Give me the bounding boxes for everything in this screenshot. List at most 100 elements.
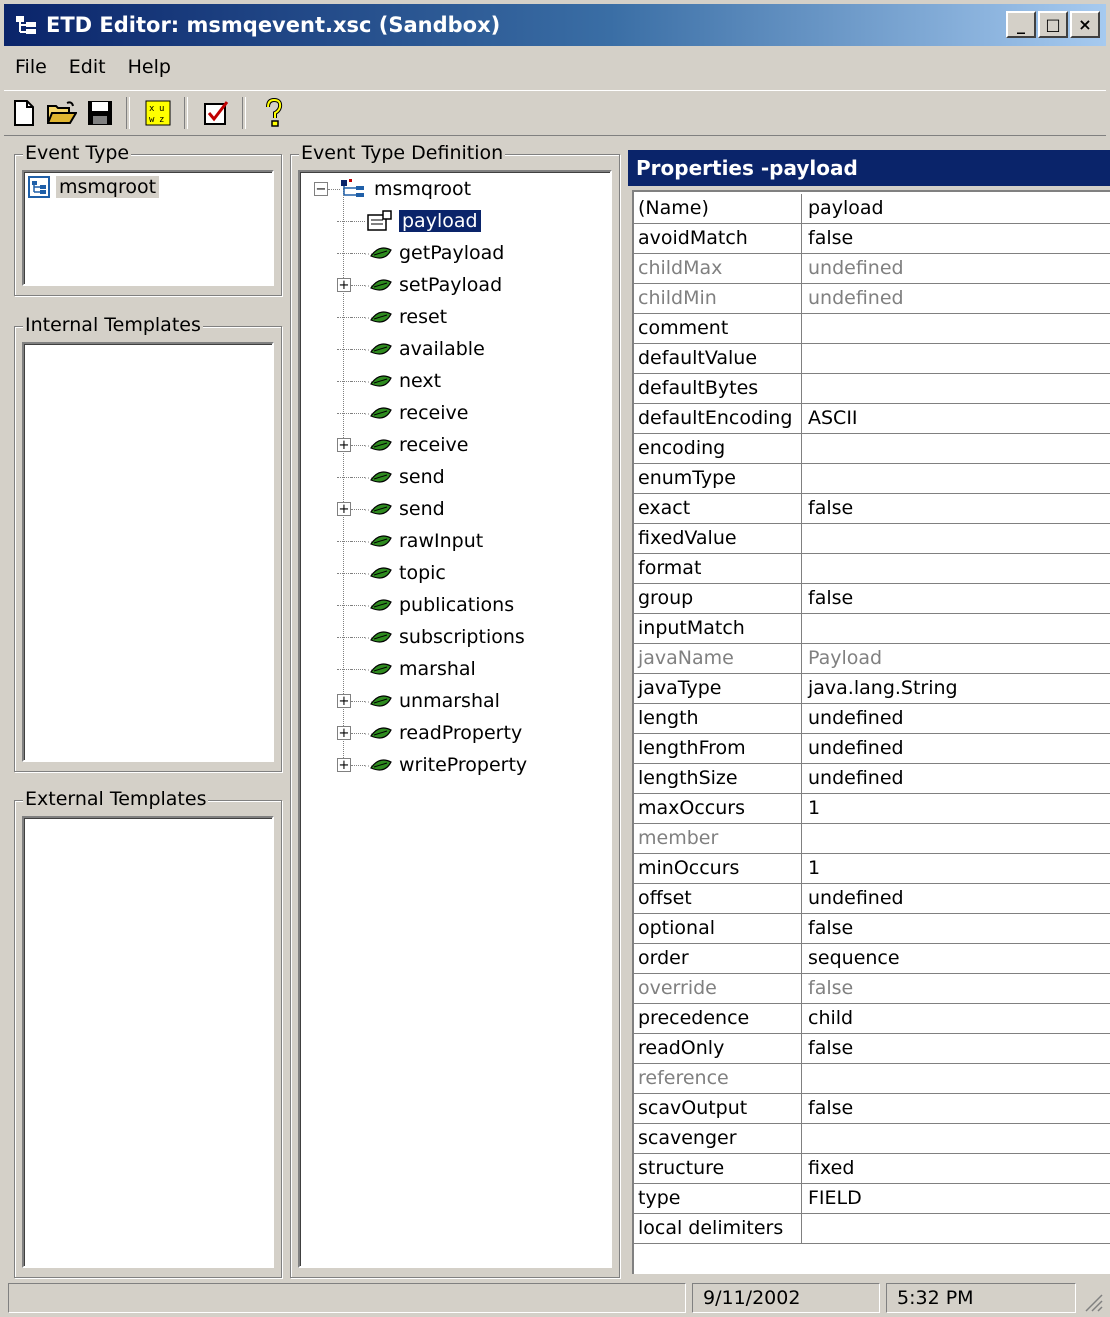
property-value[interactable]: undefined: [802, 734, 1110, 763]
close-button[interactable]: ×: [1070, 11, 1100, 38]
property-value[interactable]: false: [802, 914, 1110, 943]
property-value[interactable]: false: [802, 584, 1110, 613]
property-row[interactable]: defaultBytes: [634, 374, 1110, 404]
expand-icon[interactable]: +: [337, 694, 351, 708]
tree-node[interactable]: topic: [337, 558, 446, 588]
tree-node[interactable]: + send: [337, 494, 445, 524]
property-row[interactable]: minOccurs 1: [634, 854, 1110, 884]
tree-node[interactable]: payload: [337, 206, 482, 236]
property-value[interactable]: false: [802, 974, 1110, 1003]
property-value[interactable]: undefined: [802, 764, 1110, 793]
expand-icon[interactable]: +: [337, 502, 351, 516]
property-value[interactable]: undefined: [802, 254, 1110, 283]
property-value[interactable]: 1: [802, 794, 1110, 823]
property-value[interactable]: [802, 524, 1110, 553]
property-row[interactable]: structure fixed: [634, 1154, 1110, 1184]
property-row[interactable]: local delimiters: [634, 1214, 1110, 1244]
property-value[interactable]: [802, 344, 1110, 373]
property-row[interactable]: precedence child: [634, 1004, 1110, 1034]
help-button[interactable]: [256, 95, 292, 131]
tree-node[interactable]: marshal: [337, 654, 476, 684]
property-value[interactable]: FIELD: [802, 1184, 1110, 1213]
new-button[interactable]: [6, 95, 42, 131]
property-value[interactable]: payload: [802, 194, 1110, 223]
resize-grip-icon[interactable]: [1082, 1291, 1104, 1313]
property-row[interactable]: reference: [634, 1064, 1110, 1094]
tree-node[interactable]: subscriptions: [337, 622, 525, 652]
property-value[interactable]: false: [802, 1094, 1110, 1123]
collapse-icon[interactable]: −: [314, 182, 328, 196]
property-row[interactable]: maxOccurs 1: [634, 794, 1110, 824]
property-row[interactable]: optional false: [634, 914, 1110, 944]
tree-node[interactable]: + readProperty: [337, 718, 522, 748]
property-value[interactable]: 1: [802, 854, 1110, 883]
property-value[interactable]: false: [802, 494, 1110, 523]
property-value[interactable]: [802, 374, 1110, 403]
property-row[interactable]: scavOutput false: [634, 1094, 1110, 1124]
property-row[interactable]: childMax undefined: [634, 254, 1110, 284]
property-row[interactable]: length undefined: [634, 704, 1110, 734]
property-value[interactable]: sequence: [802, 944, 1110, 973]
property-value[interactable]: [802, 554, 1110, 583]
tree-node[interactable]: + writeProperty: [337, 750, 527, 780]
property-row[interactable]: override false: [634, 974, 1110, 1004]
property-value[interactable]: [802, 314, 1110, 343]
tree-node[interactable]: available: [337, 334, 485, 364]
property-value[interactable]: ASCII: [802, 404, 1110, 433]
property-value[interactable]: java.lang.String: [802, 674, 1110, 703]
expand-icon[interactable]: +: [337, 438, 351, 452]
property-row[interactable]: readOnly false: [634, 1034, 1110, 1064]
internal-templates-list[interactable]: [22, 342, 274, 762]
minimize-button[interactable]: _: [1006, 11, 1036, 38]
etd-tree[interactable]: − msmqroot payload getPayload + setPayload r…: [298, 170, 612, 1268]
property-row[interactable]: exact false: [634, 494, 1110, 524]
tree-node[interactable]: + setPayload: [337, 270, 502, 300]
property-row[interactable]: lengthFrom undefined: [634, 734, 1110, 764]
property-row[interactable]: lengthSize undefined: [634, 764, 1110, 794]
external-templates-list[interactable]: [22, 816, 274, 1268]
property-row[interactable]: offset undefined: [634, 884, 1110, 914]
property-value[interactable]: undefined: [802, 284, 1110, 313]
property-row[interactable]: type FIELD: [634, 1184, 1110, 1214]
property-value[interactable]: [802, 824, 1110, 853]
property-row[interactable]: order sequence: [634, 944, 1110, 974]
expand-icon[interactable]: +: [337, 758, 351, 772]
expand-icon[interactable]: +: [337, 278, 351, 292]
title-bar[interactable]: ETD Editor: msmqevent.xsc (Sandbox) _ □ …: [4, 4, 1106, 46]
property-row[interactable]: fixedValue: [634, 524, 1110, 554]
property-row[interactable]: (Name) payload: [634, 194, 1110, 224]
tree-node[interactable]: next: [337, 366, 441, 396]
property-row[interactable]: comment: [634, 314, 1110, 344]
property-value[interactable]: false: [802, 224, 1110, 253]
tree-node[interactable]: getPayload: [337, 238, 504, 268]
validate-button[interactable]: [198, 95, 234, 131]
property-value[interactable]: Payload: [802, 644, 1110, 673]
open-button[interactable]: [44, 95, 80, 131]
tree-node[interactable]: reset: [337, 302, 447, 332]
maximize-button[interactable]: □: [1038, 11, 1068, 38]
property-value[interactable]: undefined: [802, 704, 1110, 733]
property-row[interactable]: format: [634, 554, 1110, 584]
expand-icon[interactable]: +: [337, 726, 351, 740]
property-value[interactable]: fixed: [802, 1154, 1110, 1183]
tree-node[interactable]: rawInput: [337, 526, 483, 556]
tree-node[interactable]: publications: [337, 590, 514, 620]
properties-grid[interactable]: (Name) payload avoidMatch false childMax unde…: [632, 190, 1110, 1274]
tree-node[interactable]: receive: [337, 398, 468, 428]
property-value[interactable]: [802, 1214, 1110, 1243]
property-value[interactable]: undefined: [802, 884, 1110, 913]
property-row[interactable]: enumType: [634, 464, 1110, 494]
menu-help[interactable]: Help: [117, 56, 182, 78]
property-value[interactable]: false: [802, 1034, 1110, 1063]
property-value[interactable]: [802, 1124, 1110, 1153]
property-row[interactable]: encoding: [634, 434, 1110, 464]
property-row[interactable]: javaType java.lang.String: [634, 674, 1110, 704]
property-value[interactable]: child: [802, 1004, 1110, 1033]
property-row[interactable]: javaName Payload: [634, 644, 1110, 674]
menu-edit[interactable]: Edit: [58, 56, 117, 78]
event-type-item[interactable]: msmqroot: [28, 176, 160, 198]
property-value[interactable]: [802, 1064, 1110, 1093]
property-row[interactable]: group false: [634, 584, 1110, 614]
property-row[interactable]: defaultEncoding ASCII: [634, 404, 1110, 434]
property-row[interactable]: childMin undefined: [634, 284, 1110, 314]
